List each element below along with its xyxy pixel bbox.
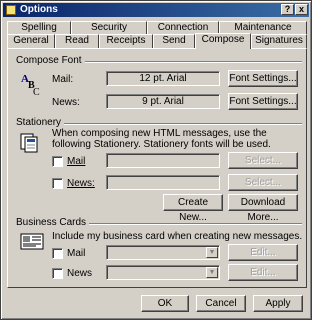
business-card-news-edit-button[interactable]: Edit... (228, 264, 298, 281)
stationery-news-label: News: (67, 178, 95, 189)
tab-read[interactable]: Read (55, 34, 99, 48)
download-more-button[interactable]: Download More... (228, 194, 298, 223)
news-font-value: 9 pt. Arial (106, 94, 220, 109)
tab-general[interactable]: General (7, 34, 55, 48)
news-font-settings-button[interactable]: Font Settings... (228, 93, 298, 110)
mail-font-settings-button[interactable]: Font Settings... (228, 70, 298, 87)
apply-button[interactable]: Apply (253, 295, 303, 312)
compose-panel: Compose Font A B C Mail: 12 pt. Arial Fo… (7, 48, 307, 288)
business-card-news-select[interactable]: ▼ (106, 265, 220, 280)
business-card-news-label: News (67, 268, 93, 279)
create-new-button[interactable]: Create New... (163, 194, 223, 223)
business-cards-title: Business Cards (16, 217, 90, 228)
mail-font-value: 12 pt. Arial (106, 71, 220, 86)
close-button[interactable]: x (295, 4, 308, 15)
business-cards-description: Include my business card when creating n… (52, 231, 303, 242)
tab-receipts[interactable]: Receipts (99, 34, 153, 48)
stationery-mail-field (106, 153, 220, 168)
help-button[interactable]: ? (281, 4, 294, 15)
ok-button[interactable]: OK (141, 295, 189, 312)
news-font-label: News: (52, 97, 80, 108)
tab-signatures[interactable]: Signatures (251, 34, 307, 48)
title-bar[interactable]: Options ? x (3, 3, 309, 17)
tab-security[interactable]: Security (71, 21, 147, 35)
stationery-mail-checkbox[interactable] (52, 156, 63, 167)
stationery-title: Stationery (16, 117, 65, 128)
business-card-icon (20, 233, 44, 250)
chevron-down-icon[interactable]: ▼ (206, 267, 218, 278)
options-dialog: Options ? x Spelling Security Connection… (0, 0, 312, 320)
stationery-icon (20, 133, 38, 153)
stationery-news-select-button[interactable]: Select... (228, 174, 298, 191)
compose-font-title: Compose Font (16, 55, 85, 66)
business-card-news-checkbox[interactable] (52, 268, 63, 279)
tab-spelling[interactable]: Spelling (7, 21, 71, 35)
tab-compose[interactable]: Compose (195, 33, 251, 49)
font-icon: A B C (21, 73, 40, 97)
stationery-news-field (106, 175, 220, 190)
svg-text:C: C (33, 87, 40, 97)
business-card-mail-checkbox[interactable] (52, 248, 63, 259)
business-card-mail-label: Mail (67, 248, 86, 259)
stationery-news-checkbox[interactable] (52, 178, 63, 189)
mail-font-label: Mail: (52, 74, 74, 85)
stationery-mail-label: Mail (67, 156, 86, 167)
stationery-mail-select-button[interactable]: Select... (228, 152, 298, 169)
chevron-down-icon[interactable]: ▼ (206, 247, 218, 258)
options-icon (6, 5, 16, 15)
business-card-mail-edit-button[interactable]: Edit... (228, 244, 298, 261)
business-card-mail-select[interactable]: ▼ (106, 245, 220, 260)
window-title: Options (20, 4, 58, 15)
tab-send[interactable]: Send (153, 34, 195, 48)
stationery-description: When composing new HTML messages, use th… (52, 128, 271, 150)
cancel-button[interactable]: Cancel (196, 295, 246, 312)
